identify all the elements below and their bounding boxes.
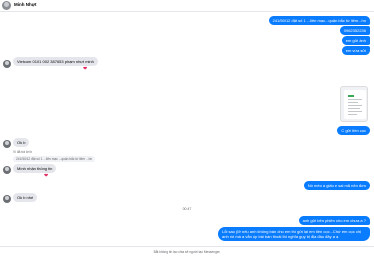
message-incoming-ok[interactable]: Ok b bbox=[13, 138, 30, 147]
message-outgoing-just-sent[interactable]: em vừa sửi bbox=[341, 46, 370, 55]
contact-avatar[interactable] bbox=[2, 1, 11, 10]
message-outgoing-question[interactable]: Nó mèo a giấu e sai mã nên đơn bbox=[303, 181, 370, 190]
message-outgoing-address[interactable]: 241/50/12 đặt số 1 ...liên mạc...quận bắ… bbox=[268, 16, 370, 25]
message-outgoing-check-payment[interactable]: anh gửi bên phiên cho em chưa a ? bbox=[298, 216, 370, 225]
message-incoming-ok-2[interactable]: Ok b nhé bbox=[13, 193, 38, 202]
contact-mini-avatar bbox=[3, 195, 11, 203]
contact-mini-avatar bbox=[3, 60, 11, 68]
contact-mini-avatar bbox=[3, 140, 11, 148]
message-outgoing-long-text: Lỗi sao (lỡ nếu anh không bán cho em thì… bbox=[222, 229, 361, 239]
message-outgoing-image[interactable] bbox=[340, 86, 368, 122]
transfer-receipt-image bbox=[344, 90, 366, 119]
reply-header: Vì đã trả lời b bbox=[13, 150, 33, 154]
contact-name[interactable]: Minh Nhựt bbox=[14, 2, 37, 7]
reply-quoted-message[interactable]: 241/50/12 đặt số 1 ...liên mạc ...quận b… bbox=[13, 156, 96, 162]
message-outgoing-phone[interactable]: 0962352236 bbox=[339, 26, 370, 35]
footer-notice: Bắt không tin lao chia sẻ người tạo Mess… bbox=[153, 250, 221, 254]
contact-mini-avatar bbox=[3, 166, 11, 174]
message-outgoing-send-photo[interactable]: em gửi ảnh bbox=[341, 36, 370, 45]
heart-reaction-icon[interactable]: ❤ bbox=[83, 67, 87, 72]
message-outgoing-long[interactable]: Lỗi sao (lỡ nếu anh không bán cho em thì… bbox=[218, 227, 370, 241]
message-incoming-bank-account[interactable]: Vietcom 0101 002 387653 phạm nhựt minh bbox=[13, 57, 98, 66]
composer-footer: Bắt không tin lao chia sẻ người tạo Mess… bbox=[0, 246, 374, 257]
time-separator: 00:47 bbox=[182, 207, 192, 211]
chat-header: Minh Nhựt bbox=[0, 0, 374, 12]
message-incoming-confirm[interactable]: Mình nhận thông tin bbox=[13, 164, 57, 173]
message-outgoing-deposit[interactable]: C gửi tiền cọc bbox=[337, 126, 370, 135]
receipt-logo-icon bbox=[348, 95, 354, 97]
heart-reaction-icon[interactable]: ❤ bbox=[44, 174, 48, 179]
